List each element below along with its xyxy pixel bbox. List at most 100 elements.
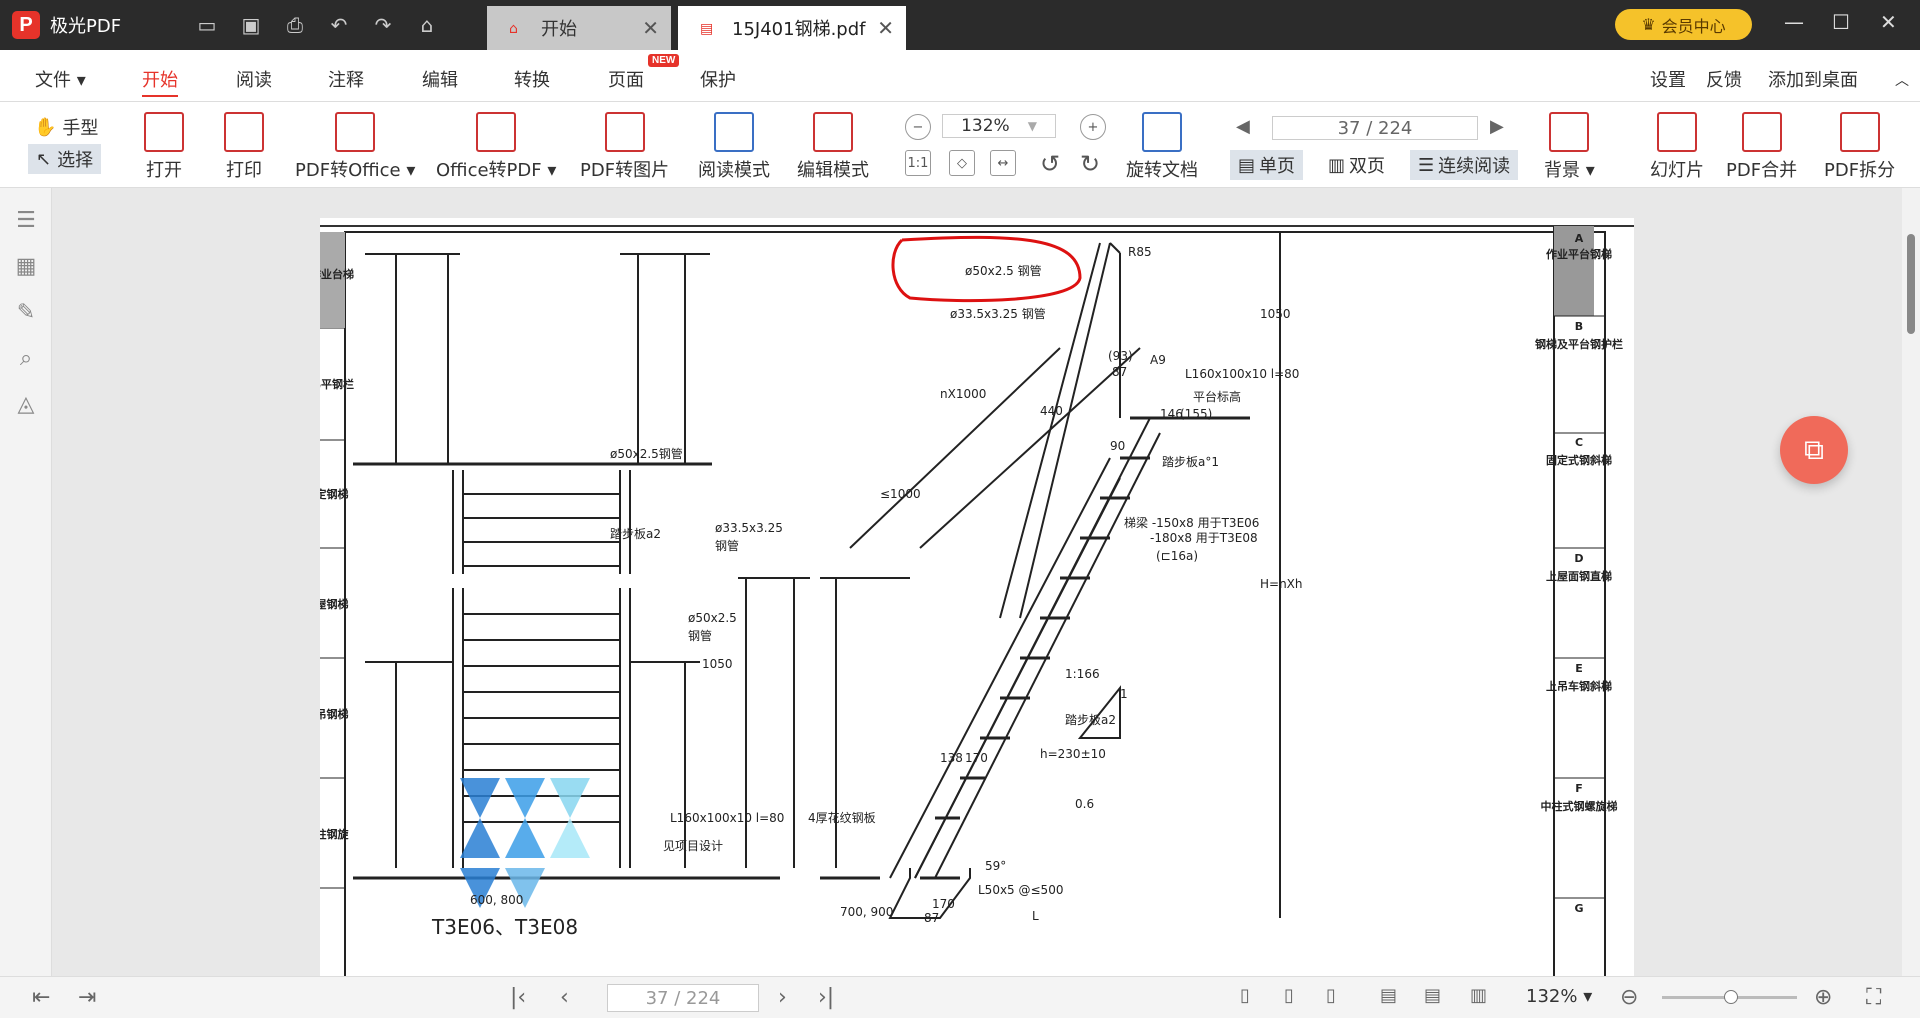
open-folder-icon[interactable]: ▭ — [192, 10, 222, 40]
new-badge: NEW — [648, 54, 680, 67]
label-d1050b: 1050 — [1260, 307, 1291, 321]
tab-home[interactable]: ⌂ 开始 ✕ — [487, 6, 671, 50]
fit-page-status-icon[interactable]: ▯ — [1284, 985, 1294, 1006]
tab-document[interactable]: ▤ 15J401钢梯.pdf ✕ — [678, 6, 906, 50]
close-icon[interactable]: ✕ — [877, 16, 894, 40]
menu-convert[interactable]: 转换 — [514, 66, 550, 92]
tab-home-label: 开始 — [541, 19, 577, 40]
attachment-icon[interactable]: ◬ — [10, 390, 42, 418]
side-letter-c: C — [1575, 436, 1583, 449]
next-page-icon-status[interactable]: › — [778, 985, 787, 1010]
office-to-pdf-icon — [476, 112, 517, 152]
save-icon[interactable]: ▣ — [236, 10, 266, 40]
zoom-in-button[interactable]: + — [1080, 114, 1106, 140]
pdf-to-office-button[interactable]: PDF转Office ▾ — [295, 112, 415, 182]
print-icon[interactable]: ⎙ — [280, 10, 310, 40]
office-to-pdf-button[interactable]: Office转PDF ▾ — [436, 112, 556, 182]
maximize-icon[interactable]: ☐ — [1832, 10, 1850, 34]
menu-start[interactable]: 开始 — [142, 66, 178, 97]
single-page-icon: ▤ — [1238, 154, 1256, 176]
read-mode-button[interactable]: 阅读模式 — [698, 112, 770, 182]
undo-icon[interactable]: ↶ — [324, 10, 354, 40]
thumbnails-icon[interactable]: ☰ — [10, 206, 42, 234]
single-page-button[interactable]: ▤ 单页 — [1230, 150, 1304, 180]
label-L160-left: L160x100x10 l=80 — [670, 811, 784, 825]
select-tool-button[interactable]: ↖ 选择 — [28, 144, 102, 174]
side-letter-b: B — [1575, 320, 1583, 333]
hand-label: 手型 — [62, 118, 99, 139]
zoom-slider-knob[interactable] — [1724, 990, 1738, 1004]
app-logo: P 极光PDF — [12, 11, 162, 39]
pdf-to-image-button[interactable]: PDF转图片 — [580, 112, 669, 182]
zoom-out-button[interactable]: − — [905, 114, 931, 140]
close-window-icon[interactable]: ✕ — [1880, 10, 1897, 34]
continuous-status-icon[interactable]: ▤ — [1424, 985, 1441, 1006]
edit-mode-button[interactable]: 编辑模式 — [797, 112, 869, 182]
double-page-button[interactable]: ▥ 双页 — [1322, 150, 1391, 180]
menu-settings[interactable]: 设置 — [1650, 66, 1686, 92]
menu-annotate[interactable]: 注释 — [328, 66, 364, 92]
annotations-icon[interactable]: ✎ — [10, 298, 42, 326]
double-page-status-icon[interactable]: ▥ — [1470, 985, 1487, 1006]
prev-page-icon[interactable]: ◀ — [1236, 116, 1250, 137]
single-page-status-icon[interactable]: ▤ — [1380, 985, 1397, 1006]
home-icon[interactable]: ⌂ — [412, 10, 442, 40]
prev-page-icon-status[interactable]: ‹ — [560, 985, 569, 1010]
crown-icon: ♛ — [1641, 15, 1656, 34]
pdf-merge-button[interactable]: PDF合并 — [1726, 112, 1797, 182]
menu-add-desktop[interactable]: 添加到桌面 — [1768, 66, 1858, 92]
hand-tool-button[interactable]: ✋ 手型 — [34, 114, 98, 140]
fit-page-button[interactable]: ◇ — [949, 150, 975, 176]
menu-feedback[interactable]: 反馈 — [1706, 66, 1742, 92]
convert-to-word-fab[interactable]: ⧉ — [1780, 416, 1848, 484]
rotate-left-icon[interactable]: ↺ — [1040, 150, 1060, 178]
first-page-icon[interactable]: |‹ — [510, 985, 526, 1010]
rotate-right-icon[interactable]: ↻ — [1080, 150, 1100, 178]
fit-width-status-icon[interactable]: ▯ — [1326, 985, 1336, 1006]
search-icon[interactable]: ⌕ — [10, 344, 42, 372]
minimize-icon[interactable]: — — [1784, 10, 1804, 34]
rotate-document-button[interactable]: 旋转文档 — [1126, 112, 1198, 182]
next-page-icon[interactable]: ▶ — [1490, 116, 1504, 137]
fullscreen-icon[interactable]: ⛶ — [1866, 985, 1881, 1010]
open-icon — [144, 112, 184, 152]
collapse-ribbon-icon[interactable]: ︿ — [1895, 70, 1909, 90]
rotate-document-label: 旋转文档 — [1126, 160, 1198, 181]
pages-grid-icon[interactable]: ▦ — [10, 252, 42, 280]
menu-page[interactable]: 页面 — [608, 66, 644, 92]
zoom-slider[interactable] — [1662, 990, 1797, 1004]
vip-label: 会员中心 — [1661, 16, 1726, 36]
next-view-icon[interactable]: ⇥ — [78, 985, 96, 1010]
zoom-in-status-icon[interactable]: ⊕ — [1814, 985, 1832, 1010]
zoom-select[interactable]: 132% ▼ — [942, 114, 1056, 138]
status-zoom[interactable]: 132% ▾ — [1526, 986, 1592, 1007]
continuous-read-button[interactable]: ☰ 连续阅读 — [1410, 150, 1519, 180]
label-dim1050: 1050 — [702, 657, 733, 671]
fit-width-button[interactable]: ↔ — [990, 150, 1016, 176]
pdf-split-button[interactable]: PDF拆分 — [1824, 112, 1895, 182]
slideshow-button[interactable]: 幻灯片 — [1650, 112, 1704, 182]
label-dim170: 170 — [932, 897, 955, 911]
scrollbar-thumb[interactable] — [1907, 234, 1915, 334]
page-number-input[interactable]: 37 / 224 — [607, 984, 759, 1012]
last-page-icon[interactable]: ›| — [818, 985, 834, 1010]
print-button[interactable]: 打印 — [224, 112, 264, 182]
menu-bar: 文件 ▾ 开始 阅读 注释 编辑 转换 页面 保护 设置 反馈 添加到桌面 ︿ — [0, 50, 1920, 102]
app-logo-icon: P — [12, 11, 40, 39]
menu-file[interactable]: 文件 ▾ — [35, 66, 86, 92]
background-button[interactable]: 背景 ▾ — [1544, 112, 1595, 182]
redo-icon[interactable]: ↷ — [368, 10, 398, 40]
prev-view-icon[interactable]: ⇤ — [32, 985, 50, 1010]
zoom-out-status-icon[interactable]: ⊖ — [1620, 985, 1638, 1010]
quick-access: ▭ ▣ ⎙ ↶ ↷ ⌂ — [192, 10, 442, 40]
page-input[interactable]: 37 / 224 — [1272, 116, 1478, 140]
menu-edit[interactable]: 编辑 — [422, 66, 458, 92]
actual-size-status-icon[interactable]: ▯ — [1240, 985, 1250, 1006]
close-icon[interactable]: ✕ — [642, 16, 659, 40]
menu-protect[interactable]: 保护 — [700, 66, 736, 92]
open-button[interactable]: 打开 — [144, 112, 184, 182]
actual-size-button[interactable]: 1:1 — [905, 150, 931, 176]
vip-center-button[interactable]: ♛ 会员中心 — [1615, 9, 1752, 40]
menu-read[interactable]: 阅读 — [236, 66, 272, 92]
vertical-scrollbar[interactable] — [1902, 188, 1920, 976]
